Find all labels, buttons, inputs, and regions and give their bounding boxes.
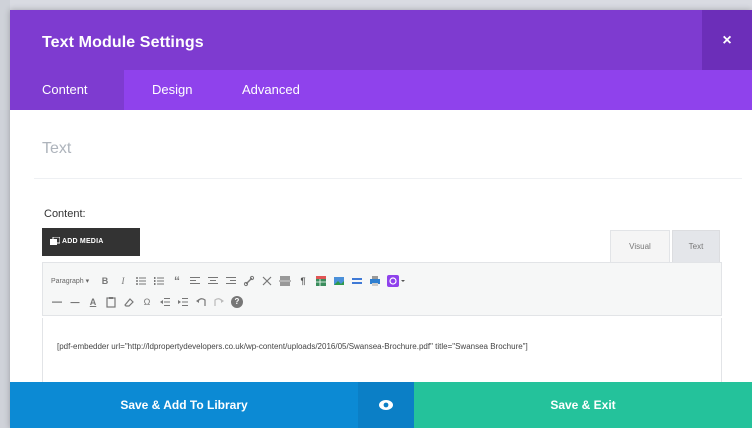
editor-shortcode-text: [pdf-embedder url="http://ldpropertydeve… [57, 342, 528, 351]
text-color-icon[interactable]: A [87, 296, 99, 308]
print-icon[interactable] [369, 275, 381, 287]
link-icon[interactable] [243, 275, 255, 287]
modal-footer: Save & Add To Library Save & Exit [10, 382, 752, 428]
tab-content[interactable]: Content [10, 70, 124, 110]
format-select-value: Paragraph [51, 278, 84, 285]
close-icon: × [722, 32, 732, 49]
special-character-icon[interactable]: Ω [141, 296, 153, 308]
indent-icon[interactable] [177, 296, 189, 308]
bold-icon[interactable]: B [99, 275, 111, 287]
clear-formatting-icon[interactable] [123, 296, 135, 308]
read-more-icon[interactable] [279, 275, 291, 287]
table-icon[interactable] [315, 275, 327, 287]
tab-advanced[interactable]: Advanced [242, 70, 300, 110]
modal-title: Text Module Settings [42, 34, 204, 51]
preview-button[interactable] [358, 382, 414, 428]
align-center-icon[interactable] [207, 275, 219, 287]
paste-text-icon[interactable] [105, 296, 117, 308]
horizontal-rule-icon[interactable] [51, 296, 63, 308]
tab-design[interactable]: Design [152, 70, 192, 110]
format-select[interactable]: Paragraph ▾ [51, 277, 91, 285]
image-icon[interactable] [333, 275, 345, 287]
blockquote-icon[interactable]: “ [171, 275, 183, 287]
strikethrough-icon[interactable]: — [69, 296, 81, 308]
align-left-icon[interactable] [189, 275, 201, 287]
italic-icon[interactable]: I [117, 275, 129, 287]
toolbar-row-1: Paragraph ▾ B I “ ¶ [51, 272, 411, 290]
text-module-settings-modal: Text Module Settings × Content Design Ad… [10, 10, 752, 428]
hash-icon[interactable]: ¶ [297, 275, 309, 287]
undo-icon[interactable] [195, 296, 207, 308]
editor-tab-text[interactable]: Text [672, 230, 720, 262]
unlink-icon[interactable] [261, 275, 273, 287]
editor-tab-visual[interactable]: Visual [610, 230, 670, 262]
add-media-button[interactable]: ADD MEDIA [42, 228, 140, 256]
section-title-text[interactable]: Text [42, 140, 71, 158]
section-divider [34, 178, 742, 179]
background-left-strip [0, 0, 10, 428]
divi-icon[interactable] [387, 275, 405, 287]
background-top-strip [0, 0, 752, 10]
toolbar-row-2: — A Ω ? [51, 293, 249, 311]
save-and-exit-button[interactable]: Save & Exit [414, 382, 752, 428]
media-icon [50, 237, 60, 245]
outdent-icon[interactable] [159, 296, 171, 308]
modal-header: Text Module Settings × [10, 10, 752, 70]
add-media-label: ADD MEDIA [62, 238, 104, 245]
code-icon[interactable] [351, 275, 363, 287]
bullet-list-icon[interactable] [135, 275, 147, 287]
save-add-to-library-button[interactable]: Save & Add To Library [10, 382, 358, 428]
content-field-label: Content: [44, 208, 86, 220]
eye-icon [379, 400, 393, 410]
settings-body: Text Content: ADD MEDIA Visual Text Para… [10, 110, 752, 398]
redo-icon[interactable] [213, 296, 225, 308]
editor-toolbar: Paragraph ▾ B I “ ¶ — A Ω ? [42, 262, 722, 316]
align-right-icon[interactable] [225, 275, 237, 287]
help-icon[interactable]: ? [231, 296, 243, 308]
close-button[interactable]: × [702, 10, 752, 70]
numbered-list-icon[interactable] [153, 275, 165, 287]
settings-tabs: Content Design Advanced [10, 70, 752, 110]
